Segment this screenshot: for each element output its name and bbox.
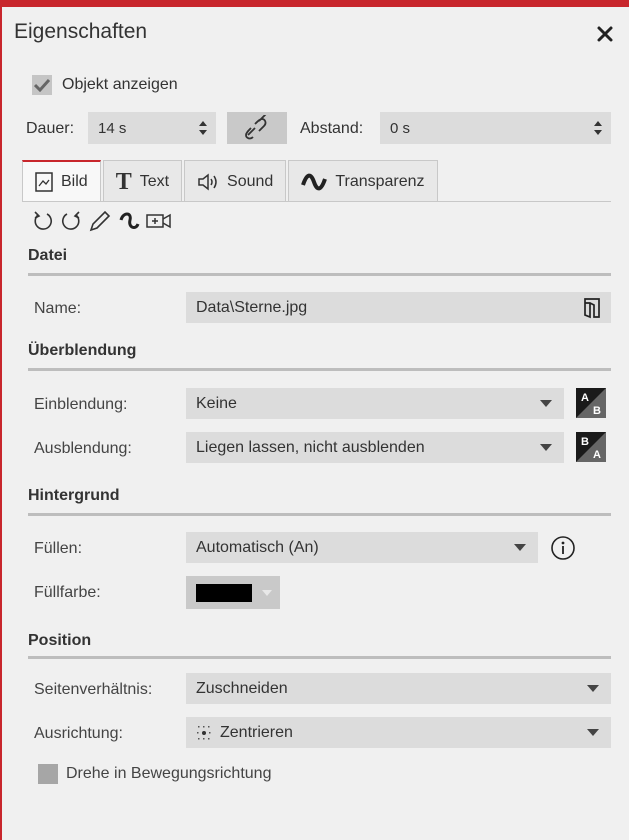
close-icon[interactable] [595, 24, 615, 44]
transition-ab-icon[interactable]: AB [576, 388, 606, 418]
transparency-icon [301, 173, 328, 190]
distance-label: Abstand: [300, 120, 364, 137]
name-label: Name: [34, 300, 82, 317]
tab-transparenz-label: Transparenz [335, 172, 425, 190]
duration-value: 14 s [98, 119, 127, 137]
svg-text:A: A [581, 392, 589, 404]
spinner-arrows-icon[interactable] [593, 119, 603, 137]
spinner-arrows-icon[interactable] [198, 119, 208, 137]
chevron-down-icon [514, 544, 526, 551]
curve-path-icon[interactable] [118, 210, 140, 232]
einblendung-label: Einblendung: [34, 396, 128, 413]
chevron-down-icon [540, 400, 552, 407]
svg-text:B: B [593, 405, 601, 417]
distance-spinner[interactable]: 0 s [380, 112, 611, 144]
einblendung-dropdown[interactable]: Keine [186, 388, 564, 419]
fill-dropdown[interactable]: Automatisch (An) [186, 532, 538, 563]
open-file-icon[interactable] [582, 297, 602, 319]
show-object-label: Objekt anzeigen [62, 76, 178, 93]
image-icon [35, 172, 53, 192]
svg-text:A: A [593, 449, 601, 461]
chevron-down-icon [262, 590, 272, 596]
chevron-down-icon [540, 444, 552, 451]
chain-link-icon [245, 115, 267, 140]
checkbox-box[interactable] [38, 764, 58, 784]
tab-bar: Bild T Text Sound Transparenz [22, 160, 440, 202]
color-label: Füllfarbe: [34, 584, 101, 601]
duration-spinner[interactable]: 14 s [88, 112, 216, 144]
edit-pen-icon[interactable] [88, 210, 112, 232]
rotate-direction-label: Drehe in Bewegungsrichtung [66, 765, 272, 782]
name-value: Data\Sterne.jpg [196, 298, 308, 316]
text-T-icon: T [115, 168, 132, 195]
tab-text[interactable]: T Text [102, 160, 183, 202]
fill-value: Automatisch (An) [196, 538, 319, 556]
duration-label: Dauer: [26, 120, 75, 137]
color-swatch [196, 584, 252, 602]
info-icon[interactable] [550, 535, 576, 561]
section-title-ueberblendung: Überblendung [28, 342, 137, 359]
rotate-right-icon[interactable] [60, 210, 82, 232]
section-rule [28, 513, 611, 516]
ausblendung-dropdown[interactable]: Liegen lassen, nicht ausblenden [186, 432, 564, 463]
fill-label: Füllen: [34, 540, 83, 557]
align-label: Ausrichtung: [34, 725, 123, 742]
tab-sound[interactable]: Sound [184, 160, 287, 202]
tab-text-label: Text [139, 172, 170, 190]
section-title-datei: Datei [28, 247, 68, 264]
tab-bild[interactable]: Bild [22, 160, 101, 202]
tab-underline [22, 201, 611, 202]
link-button[interactable] [227, 112, 287, 144]
section-title-hintergrund: Hintergrund [28, 487, 120, 504]
color-picker[interactable] [186, 576, 280, 609]
tab-bild-label: Bild [61, 173, 88, 190]
svg-text:B: B [581, 436, 589, 448]
add-camera-icon[interactable] [146, 211, 172, 231]
show-object-checkbox[interactable]: Objekt anzeigen [32, 75, 178, 95]
ratio-value: Zuschneiden [196, 679, 288, 697]
name-field[interactable]: Data\Sterne.jpg [186, 292, 611, 323]
section-rule [28, 656, 611, 659]
align-value: Zentrieren [220, 723, 293, 741]
einblendung-value: Keine [196, 394, 237, 412]
rotate-direction-checkbox[interactable]: Drehe in Bewegungsrichtung [38, 764, 271, 784]
tab-sound-label: Sound [227, 172, 274, 190]
ausblendung-value: Liegen lassen, nicht ausblenden [196, 438, 425, 456]
chevron-down-icon [587, 729, 599, 736]
center-align-icon [197, 725, 211, 739]
checkbox-box[interactable] [32, 75, 52, 95]
section-title-position: Position [28, 632, 92, 649]
ratio-dropdown[interactable]: Zuschneiden [186, 673, 611, 704]
align-dropdown[interactable]: Zentrieren [186, 717, 611, 748]
speaker-icon [198, 172, 217, 191]
ratio-label: Seitenverhältnis: [34, 681, 153, 698]
transition-ba-icon[interactable]: BA [576, 432, 606, 462]
image-toolbar [32, 207, 172, 235]
title: Eigenschaften [14, 20, 148, 43]
section-rule [28, 273, 611, 276]
rotate-left-icon[interactable] [32, 210, 54, 232]
tab-transparenz[interactable]: Transparenz [288, 160, 438, 202]
window-top-border [0, 0, 629, 7]
distance-value: 0 s [390, 119, 411, 137]
window-left-border [0, 0, 2, 840]
ausblendung-label: Ausblendung: [34, 440, 132, 457]
section-rule [28, 368, 611, 371]
chevron-down-icon [587, 685, 599, 692]
